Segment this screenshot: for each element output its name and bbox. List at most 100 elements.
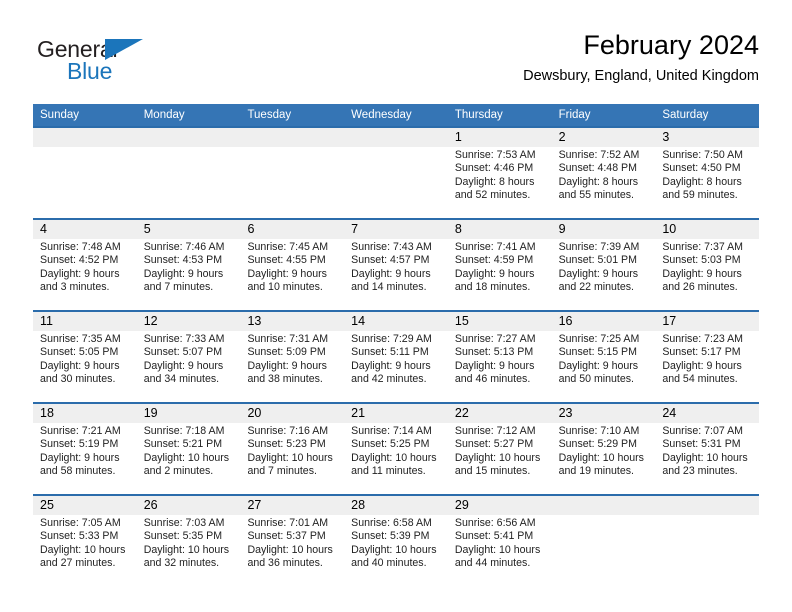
daylight-text-line2: and 23 minutes.: [662, 465, 738, 478]
weekday-sunday: Sunday: [40, 109, 80, 121]
sunrise-text: Sunrise: 7:16 AM: [247, 425, 329, 437]
sunset-text: Sunset: 5:41 PM: [454, 530, 534, 543]
daylight-text-line2: and 15 minutes.: [454, 465, 531, 478]
day-cell[interactable]: [33, 128, 137, 218]
day-number: 21: [351, 406, 366, 420]
day-number: 15: [454, 314, 469, 328]
week-row: 11 Sunrise: 7:35 AM Sunset: 5:05 PM Dayl…: [33, 310, 759, 402]
sunrise-text: Sunrise: 7:07 AM: [662, 425, 743, 437]
daylight-text-line2: and 58 minutes.: [40, 465, 116, 478]
day-details: Sunrise: 7:31 AM Sunset: 5:09 PM Dayligh…: [247, 333, 344, 387]
daylight-text-line1: Daylight: 9 hours: [558, 267, 639, 280]
day-cell[interactable]: 2 Sunrise: 7:52 AM Sunset: 4:48 PM Dayli…: [552, 128, 656, 218]
sunset-text: Sunset: 4:46 PM: [454, 162, 534, 175]
day-details: Sunrise: 7:12 AM Sunset: 5:27 PM Dayligh…: [455, 425, 552, 479]
day-cell[interactable]: 14 Sunrise: 7:29 AM Sunset: 5:11 PM Dayl…: [344, 312, 448, 402]
day-details: Sunrise: 7:27 AM Sunset: 5:13 PM Dayligh…: [455, 333, 552, 387]
day-details: Sunrise: 7:45 AM Sunset: 4:55 PM Dayligh…: [247, 241, 344, 295]
day-details: Sunrise: 7:29 AM Sunset: 5:11 PM Dayligh…: [351, 333, 448, 387]
sunset-text: Sunset: 5:29 PM: [558, 438, 637, 451]
day-cell[interactable]: [344, 128, 448, 218]
day-cell[interactable]: 9 Sunrise: 7:39 AM Sunset: 5:01 PM Dayli…: [552, 220, 656, 310]
day-cell[interactable]: 18 Sunrise: 7:21 AM Sunset: 5:19 PM Dayl…: [33, 404, 137, 494]
day-number: 11: [40, 314, 53, 328]
day-cell[interactable]: [655, 496, 759, 586]
daylight-text-line2: and 7 minutes.: [247, 465, 317, 478]
day-cell[interactable]: [552, 496, 656, 586]
day-number: 22: [454, 406, 469, 420]
day-details: Sunrise: 7:07 AM Sunset: 5:31 PM Dayligh…: [662, 425, 759, 479]
sunrise-text: Sunrise: 7:48 AM: [40, 241, 121, 253]
day-cell[interactable]: 7 Sunrise: 7:43 AM Sunset: 4:57 PM Dayli…: [344, 220, 448, 310]
calendar-grid: Sunday Monday Tuesday Wednesday Thursday…: [33, 104, 759, 586]
sunrise-text: Sunrise: 7:29 AM: [351, 333, 432, 345]
general-blue-logo[interactable]: General Blue: [37, 36, 177, 92]
daylight-text-line1: Daylight: 9 hours: [454, 267, 535, 280]
day-details: Sunrise: 7:43 AM Sunset: 4:57 PM Dayligh…: [351, 241, 448, 295]
day-number: 14: [351, 314, 366, 328]
day-cell[interactable]: 10 Sunrise: 7:37 AM Sunset: 5:03 PM Dayl…: [655, 220, 759, 310]
day-number: 5: [143, 222, 151, 236]
day-cell[interactable]: 24 Sunrise: 7:07 AM Sunset: 5:31 PM Dayl…: [655, 404, 759, 494]
sunset-text: Sunset: 5:15 PM: [558, 346, 637, 359]
day-details: Sunrise: 7:21 AM Sunset: 5:19 PM Dayligh…: [40, 425, 137, 479]
sunset-text: Sunset: 4:53 PM: [143, 254, 223, 267]
day-number: 9: [558, 222, 566, 236]
week-row: 18 Sunrise: 7:21 AM Sunset: 5:19 PM Dayl…: [33, 402, 759, 494]
day-details: Sunrise: 7:53 AM Sunset: 4:46 PM Dayligh…: [455, 149, 552, 203]
day-number: 17: [662, 314, 677, 328]
sunset-text: Sunset: 5:31 PM: [662, 438, 741, 451]
day-cell[interactable]: 1 Sunrise: 7:53 AM Sunset: 4:46 PM Dayli…: [448, 128, 552, 218]
day-cell[interactable]: 4 Sunrise: 7:48 AM Sunset: 4:52 PM Dayli…: [33, 220, 137, 310]
day-cell[interactable]: 5 Sunrise: 7:46 AM Sunset: 4:53 PM Dayli…: [137, 220, 241, 310]
daylight-text-line2: and 7 minutes.: [143, 281, 214, 294]
sunrise-text: Sunrise: 7:18 AM: [143, 425, 225, 437]
daylight-text-line2: and 55 minutes.: [558, 189, 634, 202]
day-cell[interactable]: 28 Sunrise: 6:58 AM Sunset: 5:39 PM Dayl…: [344, 496, 448, 586]
day-cell[interactable]: 17 Sunrise: 7:23 AM Sunset: 5:17 PM Dayl…: [655, 312, 759, 402]
day-cell[interactable]: 12 Sunrise: 7:33 AM Sunset: 5:07 PM Dayl…: [137, 312, 241, 402]
sunrise-text: Sunrise: 7:23 AM: [662, 333, 743, 345]
day-cell[interactable]: 26 Sunrise: 7:03 AM Sunset: 5:35 PM Dayl…: [137, 496, 241, 586]
day-cell[interactable]: 15 Sunrise: 7:27 AM Sunset: 5:13 PM Dayl…: [448, 312, 552, 402]
day-cell[interactable]: [137, 128, 241, 218]
day-number: [662, 496, 759, 515]
daylight-text-line2: and 42 minutes.: [351, 373, 427, 386]
sunset-text: Sunset: 5:13 PM: [454, 346, 534, 359]
day-number: 16: [558, 314, 573, 328]
day-cell[interactable]: 27 Sunrise: 7:01 AM Sunset: 5:37 PM Dayl…: [240, 496, 344, 586]
daylight-text-line1: Daylight: 10 hours: [454, 543, 541, 556]
day-cell[interactable]: 16 Sunrise: 7:25 AM Sunset: 5:15 PM Dayl…: [552, 312, 656, 402]
daylight-text-line1: Daylight: 9 hours: [662, 359, 742, 372]
daylight-text-line1: Daylight: 9 hours: [662, 267, 742, 280]
daylight-text-line1: Daylight: 9 hours: [40, 359, 120, 372]
day-number: [144, 128, 241, 147]
daylight-text-line2: and 34 minutes.: [143, 373, 220, 386]
day-details: Sunrise: 6:56 AM Sunset: 5:41 PM Dayligh…: [455, 517, 552, 571]
day-details: Sunrise: 7:16 AM Sunset: 5:23 PM Dayligh…: [247, 425, 344, 479]
daylight-text-line2: and 3 minutes.: [40, 281, 110, 294]
day-cell[interactable]: 21 Sunrise: 7:14 AM Sunset: 5:25 PM Dayl…: [344, 404, 448, 494]
daylight-text-line1: Daylight: 10 hours: [351, 543, 437, 556]
day-cell[interactable]: 19 Sunrise: 7:18 AM Sunset: 5:21 PM Dayl…: [137, 404, 241, 494]
day-cell[interactable]: 23 Sunrise: 7:10 AM Sunset: 5:29 PM Dayl…: [552, 404, 656, 494]
daylight-text-line2: and 52 minutes.: [454, 189, 531, 202]
day-cell[interactable]: 8 Sunrise: 7:41 AM Sunset: 4:59 PM Dayli…: [448, 220, 552, 310]
day-cell[interactable]: 11 Sunrise: 7:35 AM Sunset: 5:05 PM Dayl…: [33, 312, 137, 402]
day-cell[interactable]: 22 Sunrise: 7:12 AM Sunset: 5:27 PM Dayl…: [448, 404, 552, 494]
day-cell[interactable]: 3 Sunrise: 7:50 AM Sunset: 4:50 PM Dayli…: [655, 128, 759, 218]
daylight-text-line2: and 54 minutes.: [662, 373, 738, 386]
day-cell[interactable]: 25 Sunrise: 7:05 AM Sunset: 5:33 PM Dayl…: [33, 496, 137, 586]
day-cell[interactable]: 20 Sunrise: 7:16 AM Sunset: 5:23 PM Dayl…: [240, 404, 344, 494]
day-cell[interactable]: [240, 128, 344, 218]
day-cell[interactable]: 13 Sunrise: 7:31 AM Sunset: 5:09 PM Dayl…: [240, 312, 344, 402]
daylight-text-line1: Daylight: 8 hours: [662, 175, 742, 188]
day-cell[interactable]: 29 Sunrise: 6:56 AM Sunset: 5:41 PM Dayl…: [448, 496, 552, 586]
sunset-text: Sunset: 5:05 PM: [40, 346, 119, 359]
daylight-text-line1: Daylight: 8 hours: [454, 175, 535, 188]
sunrise-text: Sunrise: 7:21 AM: [40, 425, 121, 437]
day-cell[interactable]: 6 Sunrise: 7:45 AM Sunset: 4:55 PM Dayli…: [240, 220, 344, 310]
daylight-text-line1: Daylight: 9 hours: [40, 267, 120, 280]
daylight-text-line1: Daylight: 10 hours: [351, 451, 437, 464]
day-details: Sunrise: 6:58 AM Sunset: 5:39 PM Dayligh…: [351, 517, 448, 571]
